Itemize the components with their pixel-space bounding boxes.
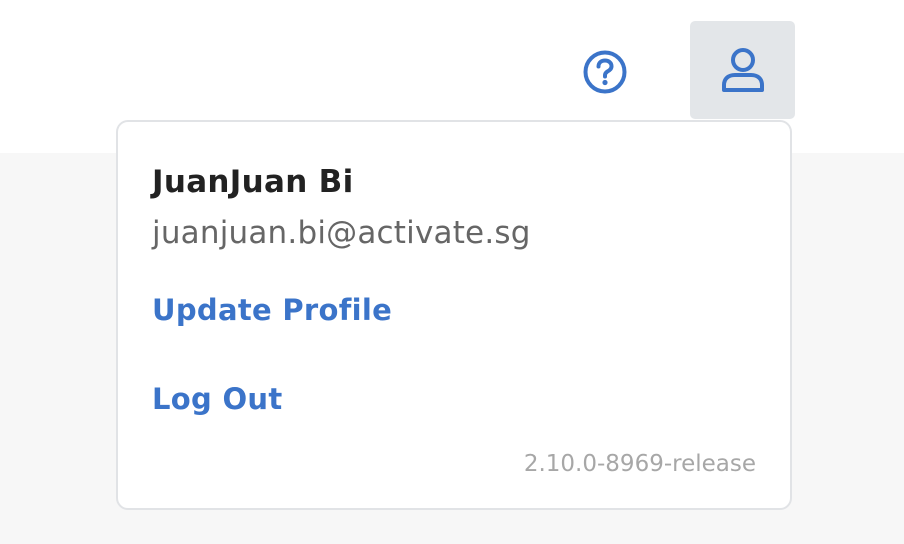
update-profile-link[interactable]: Update Profile (152, 293, 392, 327)
help-button[interactable] (578, 45, 632, 99)
log-out-link[interactable]: Log Out (152, 382, 283, 416)
user-dropdown-menu: JuanJuan Bi juanjuan.bi@activate.sg Upda… (116, 120, 792, 510)
app-version: 2.10.0-8969-release (523, 451, 756, 477)
user-email: juanjuan.bi@activate.sg (152, 215, 531, 251)
user-menu-button[interactable] (690, 21, 795, 119)
user-name: JuanJuan Bi (152, 164, 354, 200)
page: JuanJuan Bi juanjuan.bi@activate.sg Upda… (0, 0, 904, 544)
question-circle-icon (583, 50, 627, 94)
user-icon (721, 48, 764, 92)
